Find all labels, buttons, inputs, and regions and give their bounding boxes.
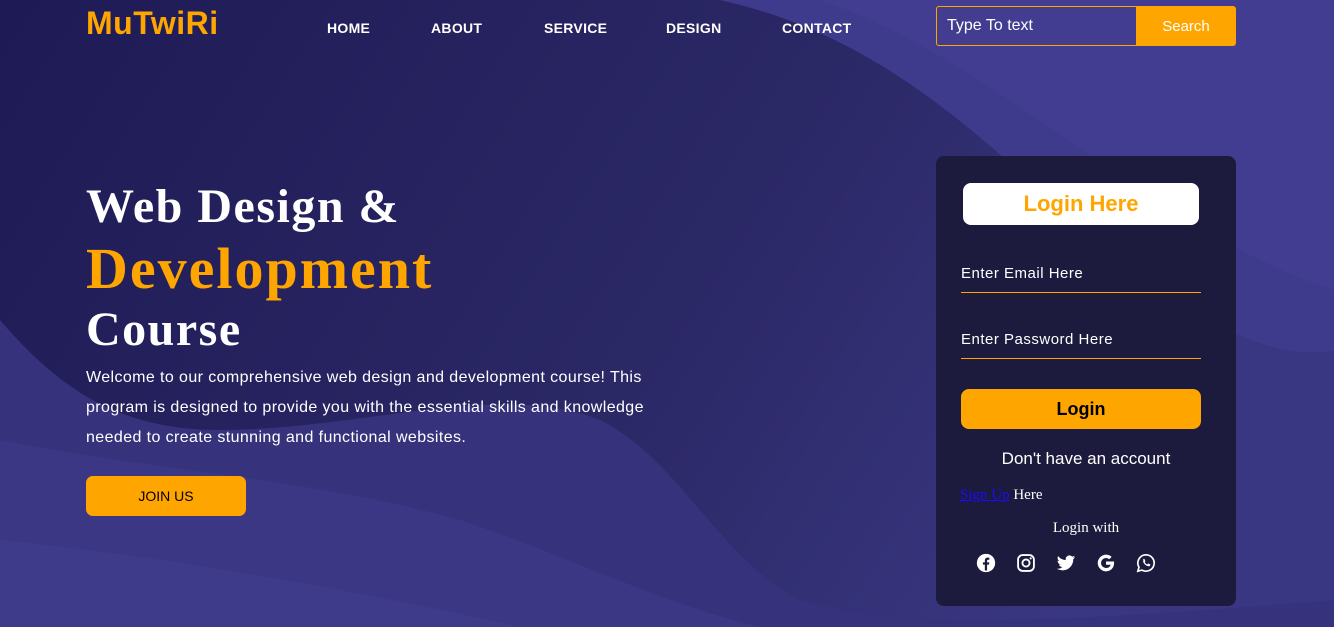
hero-description: Welcome to our comprehensive web design … xyxy=(86,369,644,446)
nav-item-home[interactable]: HOME xyxy=(327,20,370,36)
signup-suffix: Here xyxy=(1009,487,1043,503)
login-panel: Login Here Login Don't have an account S… xyxy=(936,156,1236,606)
login-button[interactable]: Login xyxy=(961,389,1201,429)
no-account-text: Don't have an account xyxy=(1001,449,1171,468)
whatsapp-icon[interactable] xyxy=(1136,553,1156,573)
brand-logo[interactable]: MuTwiRi xyxy=(86,5,219,42)
hero-title-line3: Course xyxy=(86,303,242,356)
search-button[interactable]: Search xyxy=(1136,6,1236,46)
email-field[interactable] xyxy=(961,255,1201,293)
hero-title-line1: Web Design & xyxy=(86,180,401,233)
login-title: Login Here xyxy=(963,183,1199,225)
login-with-label: Login with xyxy=(1052,520,1120,536)
search-bar: Search xyxy=(936,6,1236,46)
hero-heading: Web Design & Development Course xyxy=(86,178,433,358)
nav-item-design[interactable]: DESIGN xyxy=(666,20,721,36)
join-us-button[interactable]: JOIN US xyxy=(86,476,246,516)
nav-item-service[interactable]: SERVICE xyxy=(544,20,607,36)
nav-item-contact[interactable]: CONTACT xyxy=(782,20,852,36)
password-field[interactable] xyxy=(961,321,1201,359)
nav-item-about[interactable]: ABOUT xyxy=(431,20,482,36)
signup-line: Sign Up Here xyxy=(960,487,1043,504)
facebook-icon[interactable] xyxy=(976,553,996,573)
social-login-icons xyxy=(976,553,1176,573)
hero-title-line2: Development xyxy=(86,236,434,301)
twitter-icon[interactable] xyxy=(1056,553,1076,573)
google-icon[interactable] xyxy=(1096,553,1116,573)
search-input[interactable] xyxy=(936,6,1137,46)
instagram-icon[interactable] xyxy=(1016,553,1036,573)
signup-link[interactable]: Sign Up xyxy=(960,487,1010,503)
